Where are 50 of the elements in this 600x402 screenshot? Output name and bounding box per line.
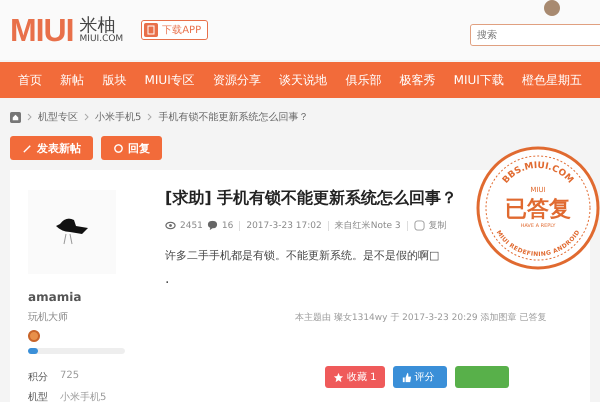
breadcrumb-link[interactable]: 手机有锁不能更新系统怎么回事？ (158, 110, 308, 124)
logo-mark: MIUI (10, 12, 74, 48)
home-icon[interactable] (10, 112, 21, 122)
nav-link[interactable]: 资源分享 (212, 72, 261, 88)
stat-label: 机型 (28, 390, 48, 402)
rate-button[interactable]: 评分 (392, 366, 447, 388)
pencil-icon (22, 142, 33, 154)
post-body: 许多二手手机都是有锁。不能更新系统。是不是假的啊□ (165, 248, 440, 263)
phone-icon (144, 23, 158, 37)
nav-link[interactable]: 首页 (18, 72, 42, 88)
stat-value: 725 (60, 370, 80, 383)
chevron-icon (147, 113, 152, 121)
download-app-button[interactable]: 下载APP (141, 20, 208, 40)
comment-icon (206, 220, 218, 231)
post-source: 来自红米Note 3 (334, 220, 401, 232)
star-icon (333, 372, 344, 382)
nav-link[interactable]: 谈天说地 (279, 72, 328, 88)
search-field[interactable]: 搜索 (470, 24, 600, 46)
user-avatar[interactable] (544, 0, 560, 16)
nav-link[interactable]: 橙色星期五 (522, 72, 582, 88)
reply-count: 16 (222, 220, 234, 230)
favorite-button[interactable]: 收藏 1 (325, 366, 385, 388)
logo-name: 米柚 (80, 16, 116, 34)
chevron-icon (27, 113, 32, 121)
stamp-note: 本主题由 璨女1314wy 于 2017-3-23 20:29 添加图章 已答复 (295, 312, 548, 324)
eye-icon (165, 220, 176, 231)
new-post-button[interactable]: 发表新帖 (10, 136, 93, 160)
author-name[interactable]: amamia (28, 290, 145, 304)
copy-link[interactable]: 复制 (428, 219, 447, 232)
nav-link[interactable]: MIUI专区 (144, 72, 195, 88)
breadcrumb-link[interactable]: 小米手机5 (95, 110, 142, 124)
post-time: 2017-3-23 17:02 (246, 220, 322, 230)
view-count: 2451 (180, 220, 203, 230)
nav-link[interactable]: 版块 (102, 72, 126, 88)
nav-link[interactable]: MIUI下载 (454, 72, 504, 88)
breadcrumb-link[interactable]: 机型专区 (38, 110, 78, 124)
stat-label: 积分 (28, 371, 48, 384)
logo-domain: MIUI.COM (80, 34, 124, 44)
post-title: [求助] 手机有锁不能更新系统怎么回事？ (165, 188, 458, 209)
reply-button[interactable]: 回复 (101, 136, 162, 160)
stat-value: 小米手机5 (60, 390, 106, 402)
level-badge-icon (28, 330, 40, 342)
nav-link[interactable]: 新帖 (60, 72, 84, 88)
chevron-icon (84, 113, 89, 121)
author-rank: 玩机大师 (28, 310, 69, 324)
body-mark: · (165, 275, 170, 291)
nav-link[interactable]: 俱乐部 (345, 72, 382, 88)
nav-link[interactable]: 极客秀 (399, 72, 436, 88)
thumb-icon (400, 372, 412, 382)
copy-icon[interactable] (414, 220, 425, 231)
